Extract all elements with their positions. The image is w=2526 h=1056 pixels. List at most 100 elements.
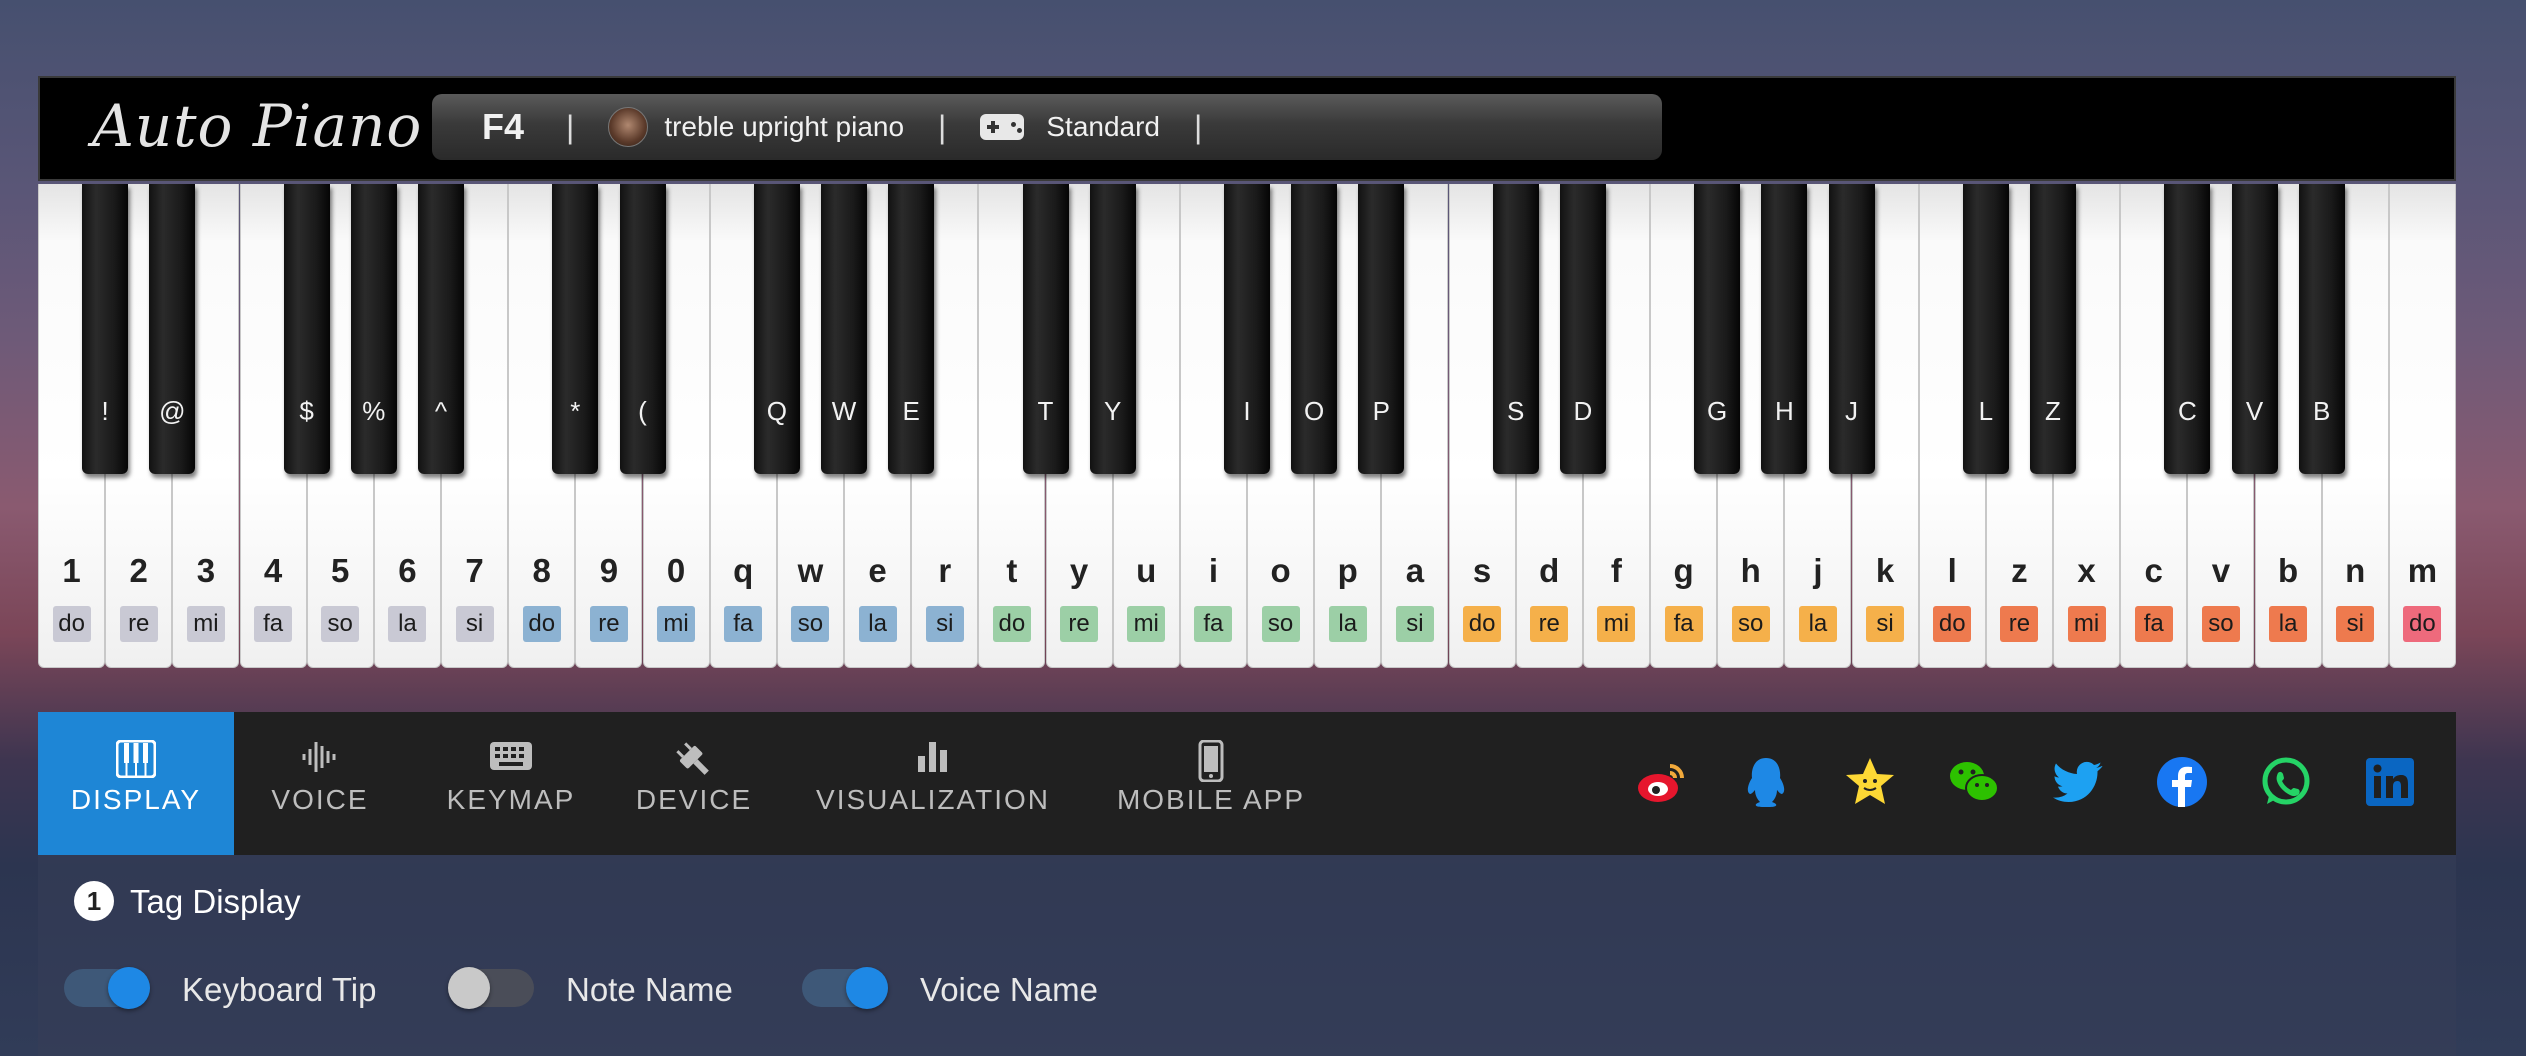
black-key[interactable]: I <box>1224 184 1270 474</box>
key-shortcut-label: v <box>2211 552 2231 589</box>
key-shortcut-label: d <box>1539 552 1560 589</box>
key-shortcut-label: C <box>2177 396 2197 426</box>
black-key[interactable]: * <box>552 184 599 474</box>
gamepad-icon[interactable] <box>980 114 1025 140</box>
key-shortcut-label: % <box>362 396 386 426</box>
black-key[interactable]: C <box>2164 184 2211 474</box>
solfege-tag: re <box>2000 606 2039 642</box>
qzone-icon[interactable] <box>1842 754 1898 810</box>
toggle-knob <box>108 967 150 1009</box>
toggle-label: Voice Name <box>920 971 1098 1008</box>
key-shortcut-label: k <box>1875 552 1895 589</box>
tab-mobile-app[interactable]: MOBILE APP <box>1104 712 1318 855</box>
black-key[interactable]: % <box>350 184 397 474</box>
black-key[interactable]: ^ <box>418 184 464 474</box>
solfege-tag: fa <box>724 606 763 642</box>
black-key[interactable]: G <box>1694 184 1741 474</box>
black-key[interactable]: W <box>821 184 867 474</box>
key-shortcut-label: G <box>1707 396 1728 426</box>
key-shortcut-label: g <box>1673 552 1694 589</box>
toggle-switch[interactable] <box>448 967 534 1009</box>
linkedin-icon[interactable] <box>2362 754 2418 810</box>
black-key[interactable]: @ <box>149 184 196 474</box>
solfege-tag: re <box>1530 606 1569 642</box>
key-shortcut-label: 5 <box>331 552 350 589</box>
twitter-icon[interactable] <box>2050 754 2106 810</box>
key-shortcut-label: l <box>1947 552 1957 589</box>
black-key[interactable]: B <box>2298 184 2345 474</box>
app-logo: Auto Piano <box>92 92 423 160</box>
key-shortcut-label: 0 <box>666 552 686 589</box>
tab-voice[interactable]: VOICE <box>250 712 390 855</box>
black-key[interactable]: ! <box>82 184 129 474</box>
instrument-name[interactable]: treble upright piano <box>664 111 904 143</box>
solfege-tag: so <box>791 606 830 642</box>
tab-label: VISUALIZATION <box>816 784 1050 815</box>
black-key[interactable]: Z <box>2030 184 2076 474</box>
key-shortcut-label: E <box>902 396 920 426</box>
solfege-tag: fa <box>1194 606 1233 642</box>
toggle-switch[interactable] <box>64 967 150 1009</box>
key-shortcut-label: n <box>2345 552 2366 589</box>
key-shortcut-label: m <box>2407 552 2438 589</box>
solfege-tag: la <box>858 606 897 642</box>
facebook-icon[interactable] <box>2154 754 2210 810</box>
plug-icon <box>674 740 714 787</box>
key-shortcut-label: z <box>2011 552 2028 589</box>
black-key[interactable]: D <box>1559 184 1606 474</box>
solfege-tag: si <box>1866 606 1905 642</box>
toggle-switch[interactable] <box>802 967 888 1009</box>
key-shortcut-label: V <box>2245 396 2264 426</box>
solfege-tag: so <box>2201 606 2240 642</box>
key-shortcut-label: o <box>1270 552 1291 589</box>
solfege-tag: la <box>1798 606 1837 642</box>
white-key[interactable]: m do <box>2388 184 2456 668</box>
toggle-knob <box>448 967 490 1009</box>
key-shortcut-label: Z <box>2045 396 2061 426</box>
solfege-tag: mi <box>2067 606 2106 642</box>
black-key[interactable]: Q <box>753 184 800 474</box>
key-shortcut-label: f <box>1610 552 1622 589</box>
solfege-tag: mi <box>657 606 696 642</box>
piano-keys-icon <box>115 739 157 785</box>
black-key[interactable]: J <box>1828 184 1875 474</box>
black-key[interactable]: O <box>1291 184 1338 474</box>
key-shortcut-label: s <box>1472 552 1492 589</box>
key-shortcut-label: S <box>1506 396 1525 426</box>
piano-instrument-icon[interactable] <box>608 107 649 147</box>
solfege-tag: so <box>321 606 360 642</box>
black-key[interactable]: ( <box>619 184 666 474</box>
solfege-tag: do <box>2403 606 2442 642</box>
black-key[interactable]: Y <box>1089 184 1136 474</box>
tab-device[interactable]: DEVICE <box>632 712 756 855</box>
black-key[interactable]: E <box>888 184 935 474</box>
key-shortcut-label: t <box>1006 552 1018 589</box>
black-key[interactable]: S <box>1492 184 1539 474</box>
solfege-tag: so <box>1731 606 1770 642</box>
waveform-icon <box>300 740 340 781</box>
black-key[interactable]: L <box>1962 184 2009 474</box>
section-title: Tag Display <box>130 883 301 920</box>
piano-header: Auto Piano F4 | treble upright piano | S… <box>38 76 2456 181</box>
tab-label: DEVICE <box>635 784 753 815</box>
tab-visualization[interactable]: VISUALIZATION <box>804 712 1062 855</box>
solfege-tag: so <box>1261 606 1300 642</box>
mode-name[interactable]: Standard <box>1046 111 1160 143</box>
qq-icon[interactable] <box>1738 754 1794 810</box>
key-shortcut-label: j <box>1813 552 1823 589</box>
solfege-tag: mi <box>186 606 225 642</box>
black-key[interactable]: T <box>1022 184 1069 474</box>
black-key[interactable]: H <box>1761 184 1808 474</box>
wechat-icon[interactable] <box>1946 754 2002 810</box>
tab-keymap[interactable]: KEYMAP <box>436 712 586 855</box>
black-key[interactable]: V <box>2231 184 2278 474</box>
tab-display[interactable]: DISPLAY <box>38 712 234 855</box>
whatsapp-icon[interactable] <box>2258 754 2314 810</box>
solfege-tag: do <box>1933 606 1972 642</box>
weibo-icon[interactable] <box>1634 754 1690 810</box>
black-key[interactable]: P <box>1358 184 1405 474</box>
key-shortcut-label: J <box>1845 396 1858 426</box>
key-shortcut-label: W <box>831 396 857 426</box>
black-key[interactable]: $ <box>283 184 330 474</box>
key-shortcut-label: a <box>1405 552 1425 589</box>
